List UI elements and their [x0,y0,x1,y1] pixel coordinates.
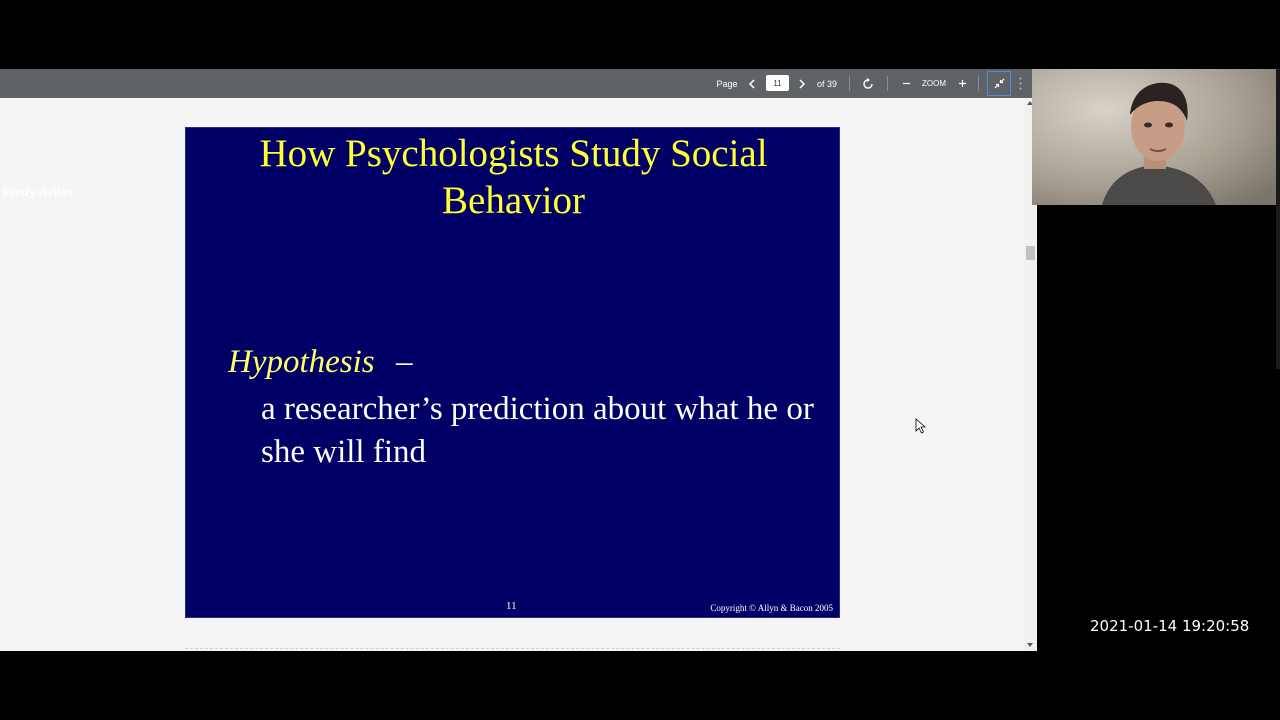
toolbar-divider [978,76,979,91]
zoom-in-button[interactable] [953,69,971,98]
plus-icon [958,80,966,87]
toolbar-divider [849,76,850,91]
participant-name: Fredy Aviles [3,185,74,199]
window-edge [1276,69,1280,369]
hypothesis-term: Hypothesis [228,344,375,380]
exit-fullscreen-button[interactable] [987,71,1011,96]
hypothesis-definition: a researcher’s prediction about what he … [261,391,814,470]
page-number-input[interactable] [766,75,789,91]
document-viewer: Page of 39 ZOOM [0,69,1037,651]
page-label: Page [716,78,738,89]
viewer-toolbar: Page of 39 ZOOM [0,69,1037,98]
page-count: of 39 [816,78,838,89]
chevron-left-icon [748,78,755,89]
zoom-label: ZOOM [922,79,946,88]
webcam-feed [1032,69,1276,205]
previous-page-button[interactable] [744,69,760,98]
mouse-cursor-icon [915,418,926,434]
zoom-out-button[interactable] [897,69,915,98]
slide-page: How Psychologists Study Social Behavior … [185,127,840,618]
scroll-down-arrow-icon[interactable] [1027,643,1033,647]
chevron-right-icon [799,78,806,89]
slide-number: 11 [506,600,517,612]
slide-title: How Psychologists Study Social Behavior [259,132,768,222]
toolbar-divider [887,76,888,91]
recording-timestamp: 2021-01-14 19:20:58 [1090,617,1250,635]
rotate-button[interactable] [858,69,878,98]
more-options-icon[interactable] [1014,69,1026,98]
presenter-video-image [1032,69,1276,205]
collapse-icon [994,78,1004,89]
minus-icon [902,82,910,85]
rotate-icon [863,77,873,89]
next-page-button[interactable] [794,69,810,98]
term-dash: – [396,344,413,380]
next-page-edge [185,648,840,651]
scroll-thumb[interactable] [1026,246,1035,260]
slide-copyright: Copyright © Allyn & Bacon 2005 [710,603,833,613]
